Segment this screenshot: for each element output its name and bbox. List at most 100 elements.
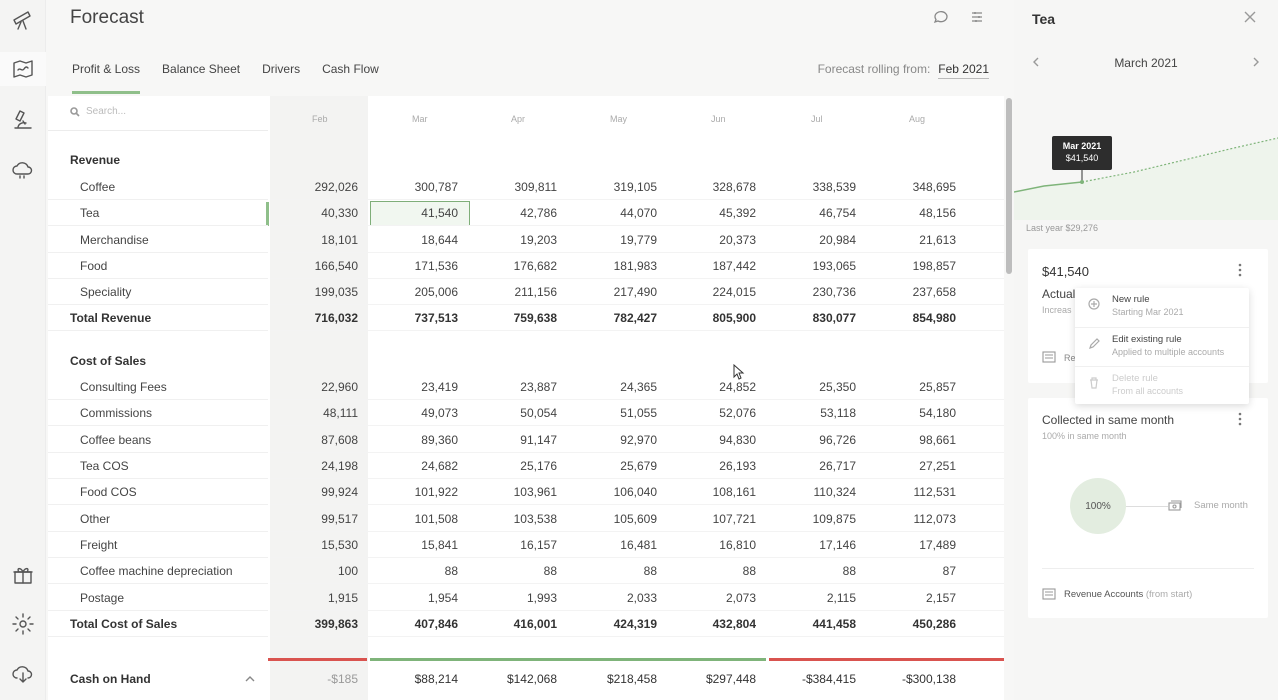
cell-value[interactable]: 16,157 [461,538,557,552]
cell-value[interactable]: -$384,415 [760,672,856,686]
tab-cash-flow[interactable]: Cash Flow [322,62,379,94]
sliders-icon[interactable] [969,9,987,27]
cell-value[interactable]: 88 [561,564,657,578]
cell-value[interactable]: $297,448 [660,672,756,686]
total-row[interactable]: Total Revenue 716,032 737,513 759,638 782,42… [48,305,1004,331]
cloud-download-icon[interactable] [9,660,37,688]
table-row[interactable]: Commissions 48,111 49,073 50,054 51,055 52,07… [48,400,1004,427]
cell-value[interactable]: 51,055 [561,406,657,420]
cell-value[interactable]: 854,980 [860,311,956,325]
cell-value[interactable]: -$300,138 [860,672,956,686]
chevron-right-icon[interactable] [1250,56,1262,71]
tab-drivers[interactable]: Drivers [262,62,300,94]
more-vertical-icon[interactable] [1238,412,1242,429]
cell-value[interactable]: 309,811 [461,180,558,194]
cell-value[interactable]: 42,786 [461,206,557,220]
table-row[interactable]: Food 166,540 171,536 176,682 181,983 187,442 1… [48,253,1004,279]
cell-value[interactable]: 48,111 [262,406,358,420]
cell-value[interactable]: 26,717 [760,459,856,473]
cell-value[interactable]: 224,015 [660,285,756,299]
cell-value[interactable]: 737,513 [362,311,458,325]
cell-value[interactable]: 99,517 [262,512,358,526]
cell-value[interactable]: 45,392 [660,206,756,220]
cell-value[interactable]: 166,540 [262,259,358,273]
cell-value[interactable]: 88 [760,564,856,578]
vertical-scrollbar[interactable] [1006,98,1012,274]
cell-value[interactable]: 88 [461,564,557,578]
cell-value[interactable]: 19,203 [461,233,557,247]
cell-value[interactable]: 23,887 [461,380,557,394]
cell-value[interactable]: 230,736 [760,285,856,299]
cash-on-hand-row[interactable]: Cash on Hand -$185 $88,214 $142,068 $218,458… [48,666,1004,692]
cell-value[interactable]: 108,161 [660,485,756,499]
cell-value[interactable]: 16,810 [660,538,756,552]
cell-value[interactable]: 338,539 [760,180,856,194]
gift-icon[interactable] [9,561,37,589]
cell-value[interactable]: 24,365 [561,380,657,394]
cell-value[interactable]: 424,319 [561,617,657,631]
table-row[interactable]: Freight 15,530 15,841 16,157 16,481 16,810 17,… [48,532,1004,559]
cell-value[interactable]: 782,427 [561,311,657,325]
table-row[interactable]: Other 99,517 101,508 103,538 105,609 107,721 1… [48,506,1004,532]
cell-value[interactable]: 15,530 [262,538,358,552]
microscope-icon[interactable] [9,106,37,134]
table-row[interactable]: Tea COS 24,198 24,682 25,176 25,679 26,193 26,… [48,453,1004,480]
cell-value[interactable]: 25,857 [860,380,956,394]
cell-value[interactable]: 105,609 [561,512,657,526]
table-row[interactable]: Coffee machine depreciation 100 88 88 88 88 88… [48,558,1004,585]
cell-value[interactable]: 211,156 [461,285,558,299]
cell-value[interactable]: 416,001 [461,617,557,631]
cell-value[interactable]: 441,458 [760,617,856,631]
cell-value[interactable]: 181,983 [561,259,657,273]
cell-value[interactable]: 2,073 [660,591,756,605]
table-row[interactable]: Postage 1,915 1,954 1,993 2,033 2,073 2,115 2,1… [48,585,1004,611]
gear-icon[interactable] [9,610,37,638]
cell-value[interactable]: 328,678 [660,180,756,194]
cell-value[interactable]: 348,695 [860,180,956,194]
table-row[interactable]: Coffee 292,026 300,787 309,811 319,105 328,67… [48,174,1004,200]
cell-value[interactable]: 89,360 [362,433,458,447]
cell-value[interactable]: 17,489 [860,538,956,552]
revenue-accounts-link[interactable]: Revenue Accounts (from start) [1064,589,1192,600]
cell-value[interactable]: 50,054 [461,406,557,420]
cell-value[interactable]: 199,035 [262,285,358,299]
cell-value[interactable]: 87,608 [262,433,358,447]
cell-value[interactable]: 92,970 [561,433,657,447]
cell-value[interactable]: 53,118 [760,406,856,420]
cell-value[interactable]: 18,644 [362,233,458,247]
cell-value[interactable]: 96,726 [760,433,856,447]
cloud-icon[interactable] [9,155,37,183]
cell-value[interactable]: 450,286 [860,617,956,631]
rolling-month-select[interactable]: Feb 2021 [938,62,989,79]
comment-icon[interactable] [933,9,951,27]
cell-value[interactable]: 112,531 [860,485,957,499]
cell-value[interactable]: 432,804 [660,617,756,631]
cell-value[interactable]: 24,682 [362,459,458,473]
cell-value[interactable]: 805,900 [660,311,756,325]
cell-value[interactable]: 1,915 [262,591,358,605]
table-row[interactable]: Merchandise 18,101 18,644 19,203 19,779 20,37… [48,227,1004,253]
cell-value[interactable]: 205,006 [362,285,458,299]
cell-value[interactable]: 100 [262,564,358,578]
cell-value[interactable]: 407,846 [362,617,458,631]
menu-item-delete-rule[interactable]: Delete rule From all accounts [1075,366,1249,404]
cell-value[interactable]: 17,146 [760,538,856,552]
cell-value[interactable]: 41,540 [362,206,458,220]
cell-value[interactable]: 110,324 [760,485,857,499]
cell-value[interactable]: 23,419 [362,380,458,394]
cell-value[interactable]: 25,350 [760,380,856,394]
cell-value[interactable]: 716,032 [262,311,358,325]
table-row[interactable]: Food COS 99,924 101,922 103,961 106,040 108,1… [48,479,1004,506]
total-row[interactable]: Total Cost of Sales 399,863 407,846 416,001… [48,611,1004,637]
table-row[interactable]: Tea 40,330 41,540 42,786 44,070 45,392 46,754 4… [48,200,1004,227]
table-row[interactable]: Consulting Fees 22,960 23,419 23,887 24,365 2… [48,374,1004,400]
cell-value[interactable]: 830,077 [760,311,856,325]
cell-value[interactable]: 109,875 [760,512,856,526]
cell-value[interactable]: 300,787 [362,180,458,194]
cell-value[interactable]: 40,330 [262,206,358,220]
cell-value[interactable]: -$185 [262,672,358,686]
cell-value[interactable]: 101,508 [362,512,458,526]
cell-value[interactable]: 217,490 [561,285,657,299]
cell-value[interactable]: 52,076 [660,406,756,420]
cell-value[interactable]: 94,830 [660,433,756,447]
